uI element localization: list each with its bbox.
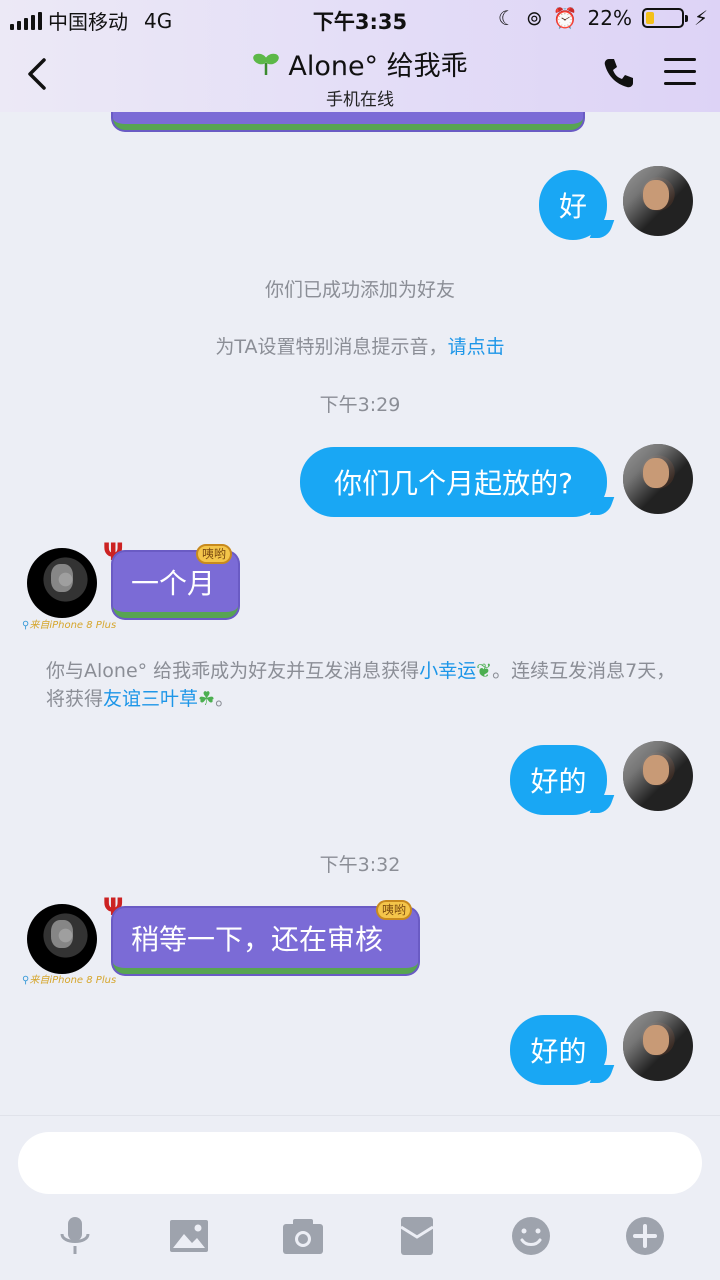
bubble-sticker: 咦哟 <box>375 900 412 920</box>
battery-percent: 22% <box>587 6 632 30</box>
message-text: 稍等一下，还在审核 <box>131 923 384 956</box>
chat-area[interactable]: 好 你们已成功添加为好友 为TA设置特别消息提示音，请点击 下午3:29 你们几… <box>0 0 720 1115</box>
ringtone-link[interactable]: 请点击 <box>448 336 505 358</box>
message-text: 好的 <box>530 765 587 798</box>
avatar-me[interactable] <box>623 741 693 811</box>
rotation-lock-icon: ⊚ <box>525 6 543 30</box>
microphone-icon[interactable] <box>51 1212 99 1260</box>
menu-icon[interactable] <box>664 58 696 88</box>
message-text: 好 <box>559 190 588 223</box>
moon-icon: ☾ <box>497 6 516 30</box>
timestamp: 下午3:32 <box>0 850 720 877</box>
charging-icon: ⚡ <box>693 6 708 30</box>
message-bubble-outgoing[interactable]: 好 <box>539 170 607 240</box>
message-text: 你们几个月起放的? <box>334 467 573 500</box>
message-bubble-incoming[interactable]: 一个月 咦哟 <box>113 544 238 618</box>
toolbar <box>0 1212 720 1262</box>
message-bubble-outgoing[interactable]: 好的 <box>510 745 607 815</box>
friendship-notice: 你与Alone° 给我乖成为好友并互发消息获得小幸运❦。连续互发消息7天，将获得… <box>46 657 686 713</box>
alarm-icon: ⏰ <box>552 6 578 30</box>
message-text: 一个月 <box>131 567 216 600</box>
input-panel <box>0 1115 720 1280</box>
avatar-contact[interactable] <box>27 904 97 974</box>
emoji-icon[interactable] <box>507 1212 555 1260</box>
red-packet-icon[interactable] <box>393 1212 441 1260</box>
image-icon[interactable] <box>165 1212 213 1260</box>
notice-text: 。 <box>215 688 235 710</box>
message-text: 好的 <box>530 1035 587 1068</box>
system-text: 为TA设置特别消息提示音， <box>215 336 448 358</box>
sprout-icon: ❦ <box>476 660 493 682</box>
phone-icon[interactable] <box>602 56 636 90</box>
timestamp-text: 下午3:32 <box>319 854 401 876</box>
clover-icon: ☘ <box>198 688 216 710</box>
plus-icon[interactable] <box>621 1212 669 1260</box>
message-bubble-outgoing[interactable]: 好的 <box>510 1015 607 1085</box>
avatar-contact[interactable] <box>27 548 97 618</box>
device-label: ⚲来自iPhone 8 Plus <box>22 620 117 631</box>
chat-title: Alone° 给我乖 <box>252 44 468 83</box>
sprout-icon <box>253 53 280 75</box>
system-message-added: 你们已成功添加为好友 <box>0 275 720 302</box>
avatar-me[interactable] <box>623 1011 693 1081</box>
device-text: 来自iPhone 8 Plus <box>29 975 117 986</box>
timestamp-text: 下午3:29 <box>319 394 401 416</box>
message-bubble-incoming[interactable]: 稍等一下，还在审核 咦哟 <box>113 900 418 974</box>
status-bar: 中国移动 4G 下午3:35 ☾ ⊚ ⏰ 22% ⚡ <box>0 0 720 36</box>
system-text: 你们已成功添加为好友 <box>264 279 455 301</box>
timestamp: 下午3:29 <box>0 390 720 417</box>
contact-name: Alone° 给我乖 <box>288 51 468 82</box>
message-bubble-outgoing[interactable]: 你们几个月起放的? <box>300 447 607 517</box>
clover-link[interactable]: 友谊三叶草 <box>103 688 198 710</box>
notice-text: 你与Alone° 给我乖成为好友并互发消息获得 <box>46 660 420 682</box>
message-input[interactable] <box>18 1132 702 1194</box>
lucky-link[interactable]: 小幸运 <box>419 660 476 682</box>
device-text: 来自iPhone 8 Plus <box>29 620 117 631</box>
avatar-me[interactable] <box>623 166 693 236</box>
bubble-sticker: 咦哟 <box>195 544 232 564</box>
battery-icon <box>641 8 688 28</box>
device-label: ⚲来自iPhone 8 Plus <box>22 975 117 986</box>
navigation-header: 中国移动 4G 下午3:35 ☾ ⊚ ⏰ 22% ⚡ Alone° 给我乖 手机… <box>0 0 720 112</box>
camera-icon[interactable] <box>279 1212 327 1260</box>
system-message-ringtone: 为TA设置特别消息提示音，请点击 <box>0 332 720 359</box>
avatar-me[interactable] <box>623 444 693 514</box>
